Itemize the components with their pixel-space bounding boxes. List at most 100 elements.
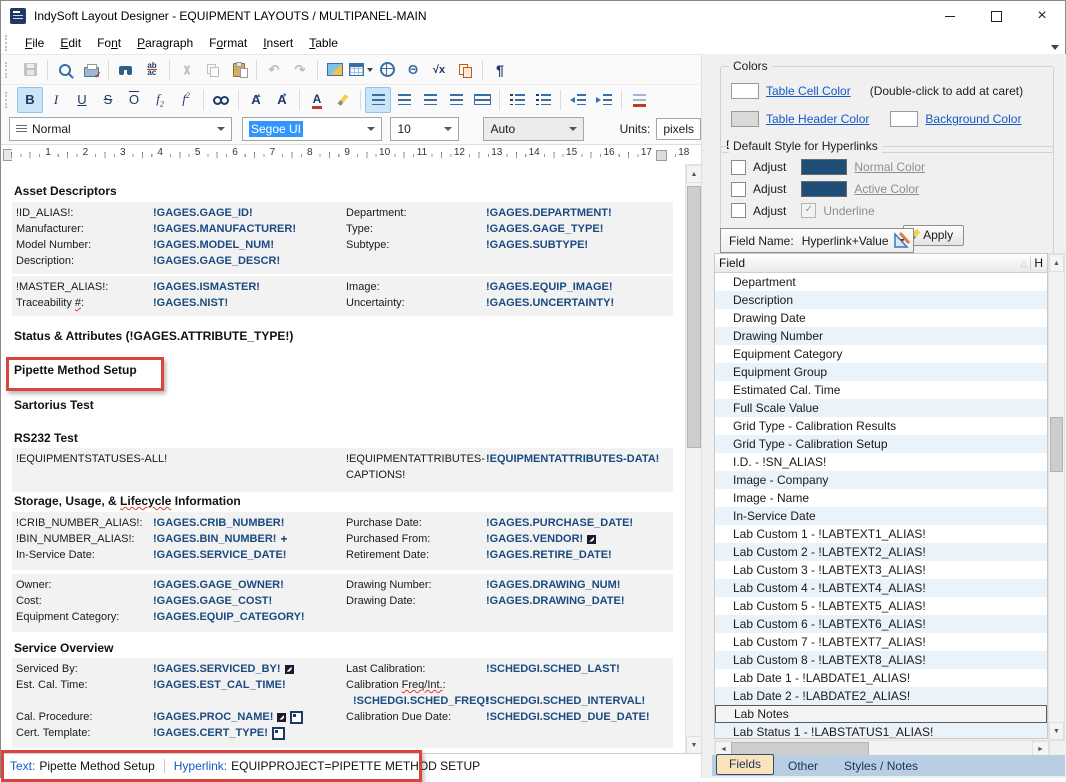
field-token[interactable]: !GAGES.GAGE_OWNER! [153,577,346,593]
strikethrough-button[interactable]: S [95,87,121,113]
normal-color-swatch[interactable] [801,159,847,175]
field-list-item[interactable]: Lab Custom 2 - !LABTEXT2_ALIAS! [715,543,1047,561]
field-token[interactable]: !GAGES.ISMASTER! [153,279,346,295]
menu-item[interactable]: Table [301,34,346,52]
field-list-item[interactable]: Department [715,273,1047,291]
scroll-up-icon[interactable]: ▲ [686,165,702,183]
field-list-item[interactable]: Lab Custom 8 - !LABTEXT8_ALIAS! [715,651,1047,669]
close-button[interactable]: × [1019,2,1065,30]
insert-symbol-button[interactable]: Θ [400,57,426,83]
scroll-up-icon[interactable]: ▲ [1049,254,1064,272]
maximize-button[interactable] [973,2,1019,30]
find-button[interactable] [113,57,139,83]
toolbar-grip[interactable] [5,62,11,78]
add-icon[interactable]: + [280,534,287,544]
bullet-list-button[interactable] [504,87,530,113]
minimize-button[interactable] [927,2,973,30]
panel-tab[interactable]: Fields [716,754,774,775]
background-color-swatch[interactable] [890,111,918,127]
replace-button[interactable]: abac [139,57,165,83]
field-token[interactable]: !GAGES.CERT_TYPE! [153,725,346,741]
font-color-button[interactable]: A [304,87,330,113]
field-token[interactable]: !GAGES.DRAWING_DATE! [486,593,673,609]
field-token[interactable]: !GAGES.RETIRE_DATE! [486,547,673,563]
field-token[interactable]: !GAGES.BIN_NUMBER!+ [153,531,346,547]
wrap-mode-select[interactable]: Auto [483,117,583,141]
menu-item[interactable]: Edit [52,34,89,52]
field-token[interactable]: !GAGES.EQUIP_CATEGORY! [153,609,346,625]
paragraph-style-select[interactable]: Normal [9,117,232,141]
field-list-item[interactable]: Lab Date 1 - !LABDATE1_ALIAS! [715,669,1047,687]
field-token[interactable]: !GAGES.EQUIP_IMAGE! [486,279,673,295]
margin-marker-icon[interactable] [656,150,667,161]
active-color-swatch[interactable] [801,181,847,197]
scrollbar-thumb[interactable] [687,186,701,448]
increase-indent-button[interactable] [591,87,617,113]
menu-item[interactable]: Paragraph [129,34,201,52]
field-list-item[interactable]: Lab Custom 6 - !LABTEXT6_ALIAS! [715,615,1047,633]
field-list-item[interactable]: Description [715,291,1047,309]
ruler[interactable]: 123456789101112131415161718 [1,145,696,165]
insert-hyperlink-button[interactable] [374,57,400,83]
align-left-button[interactable] [365,87,391,113]
menu-item[interactable]: File [17,34,52,52]
field-token[interactable]: !GAGES.DEPARTMENT! [486,205,673,221]
redo-button[interactable]: ↷ [287,57,313,83]
panel-tab[interactable]: Styles / Notes [832,757,930,776]
underline-checkbox[interactable]: ✓ [801,203,816,218]
field-token[interactable]: !GAGES.SUBTYPE! [486,237,673,253]
align-center-button[interactable] [391,87,417,113]
field-token[interactable]: !GAGES.GAGE_TYPE! [486,221,673,237]
field-name-select[interactable]: Field Name: Hyperlink+Value [720,228,914,253]
field-token[interactable]: !GAGES.VENDOR! [486,531,673,547]
field-token[interactable]: !SCHEDGI.SCHED_DUE_DATE! [486,709,673,725]
save-button[interactable] [17,57,43,83]
decrease-indent-button[interactable] [565,87,591,113]
field-list-item[interactable]: Estimated Cal. Time [715,381,1047,399]
field-list-item[interactable]: Lab Custom 7 - !LABTEXT7_ALIAS! [715,633,1047,651]
numbered-list-button[interactable] [530,87,556,113]
show-formatting-marks-button[interactable]: ¶ [487,57,513,83]
field-token[interactable]: !EQUIPMENTATTRIBUTES-DATA! [486,451,673,467]
table-cell-color-swatch[interactable] [731,83,759,99]
field-list-item[interactable]: Image - Name [715,489,1047,507]
adjust-active-checkbox[interactable] [731,182,746,197]
field-list-item[interactable]: In-Service Date [715,507,1047,525]
undo-button[interactable]: ↶ [261,57,287,83]
field-list-item[interactable]: Equipment Category [715,345,1047,363]
underline-button[interactable]: U [69,87,95,113]
field-token[interactable]: !GAGES.MANUFACTURER! [153,221,346,237]
adjust-underline-checkbox[interactable] [731,203,746,218]
field-token[interactable]: !GAGES.GAGE_DESCR! [153,253,346,269]
external-link-icon[interactable] [285,665,294,674]
subscript-button[interactable]: f2 [147,87,173,113]
table-cell-color-link[interactable]: Table Cell Color [766,84,851,98]
field-list-item[interactable]: Lab Notes [715,705,1047,723]
field-token[interactable]: !GAGES.MODEL_NUM! [153,237,346,253]
bold-button[interactable]: B [17,87,43,113]
field-token[interactable]: !GAGES.UNCERTAINTY! [486,295,673,311]
normal-color-link[interactable]: Normal Color [854,160,925,174]
active-color-link[interactable]: Active Color [854,182,919,196]
overline-button[interactable]: O [121,87,147,113]
field-list-item[interactable]: Lab Custom 4 - !LABTEXT4_ALIAS! [715,579,1047,597]
panel-tab[interactable]: Other [776,757,830,776]
table-header-color-swatch[interactable] [731,111,759,127]
field-list-item[interactable]: Image - Company [715,471,1047,489]
font-size-select[interactable]: 10 [390,117,459,141]
highlight-button[interactable] [330,87,356,113]
external-link-icon[interactable] [277,713,286,722]
edit-field-icon[interactable] [892,230,912,250]
justify-full-button[interactable] [469,87,495,113]
field-list-item[interactable]: Lab Custom 1 - !LABTEXT1_ALIAS! [715,525,1047,543]
menu-item[interactable]: Format [201,34,255,52]
superscript-button[interactable]: f2 [173,87,199,113]
reading-view-button[interactable] [208,87,234,113]
field-list-item[interactable]: Grid Type - Calibration Setup [715,435,1047,453]
print-button[interactable] [78,57,104,83]
field-token[interactable]: !GAGES.DRAWING_NUM! [486,577,673,593]
field-list-item[interactable]: Lab Date 2 - !LABDATE2_ALIAS! [715,687,1047,705]
scroll-down-icon[interactable]: ▼ [686,736,702,754]
field-token[interactable]: !SCHEDGI.SCHED_FREQ! [346,693,486,709]
field-list-scrollbar[interactable]: ▲ ▼ [1048,253,1065,741]
